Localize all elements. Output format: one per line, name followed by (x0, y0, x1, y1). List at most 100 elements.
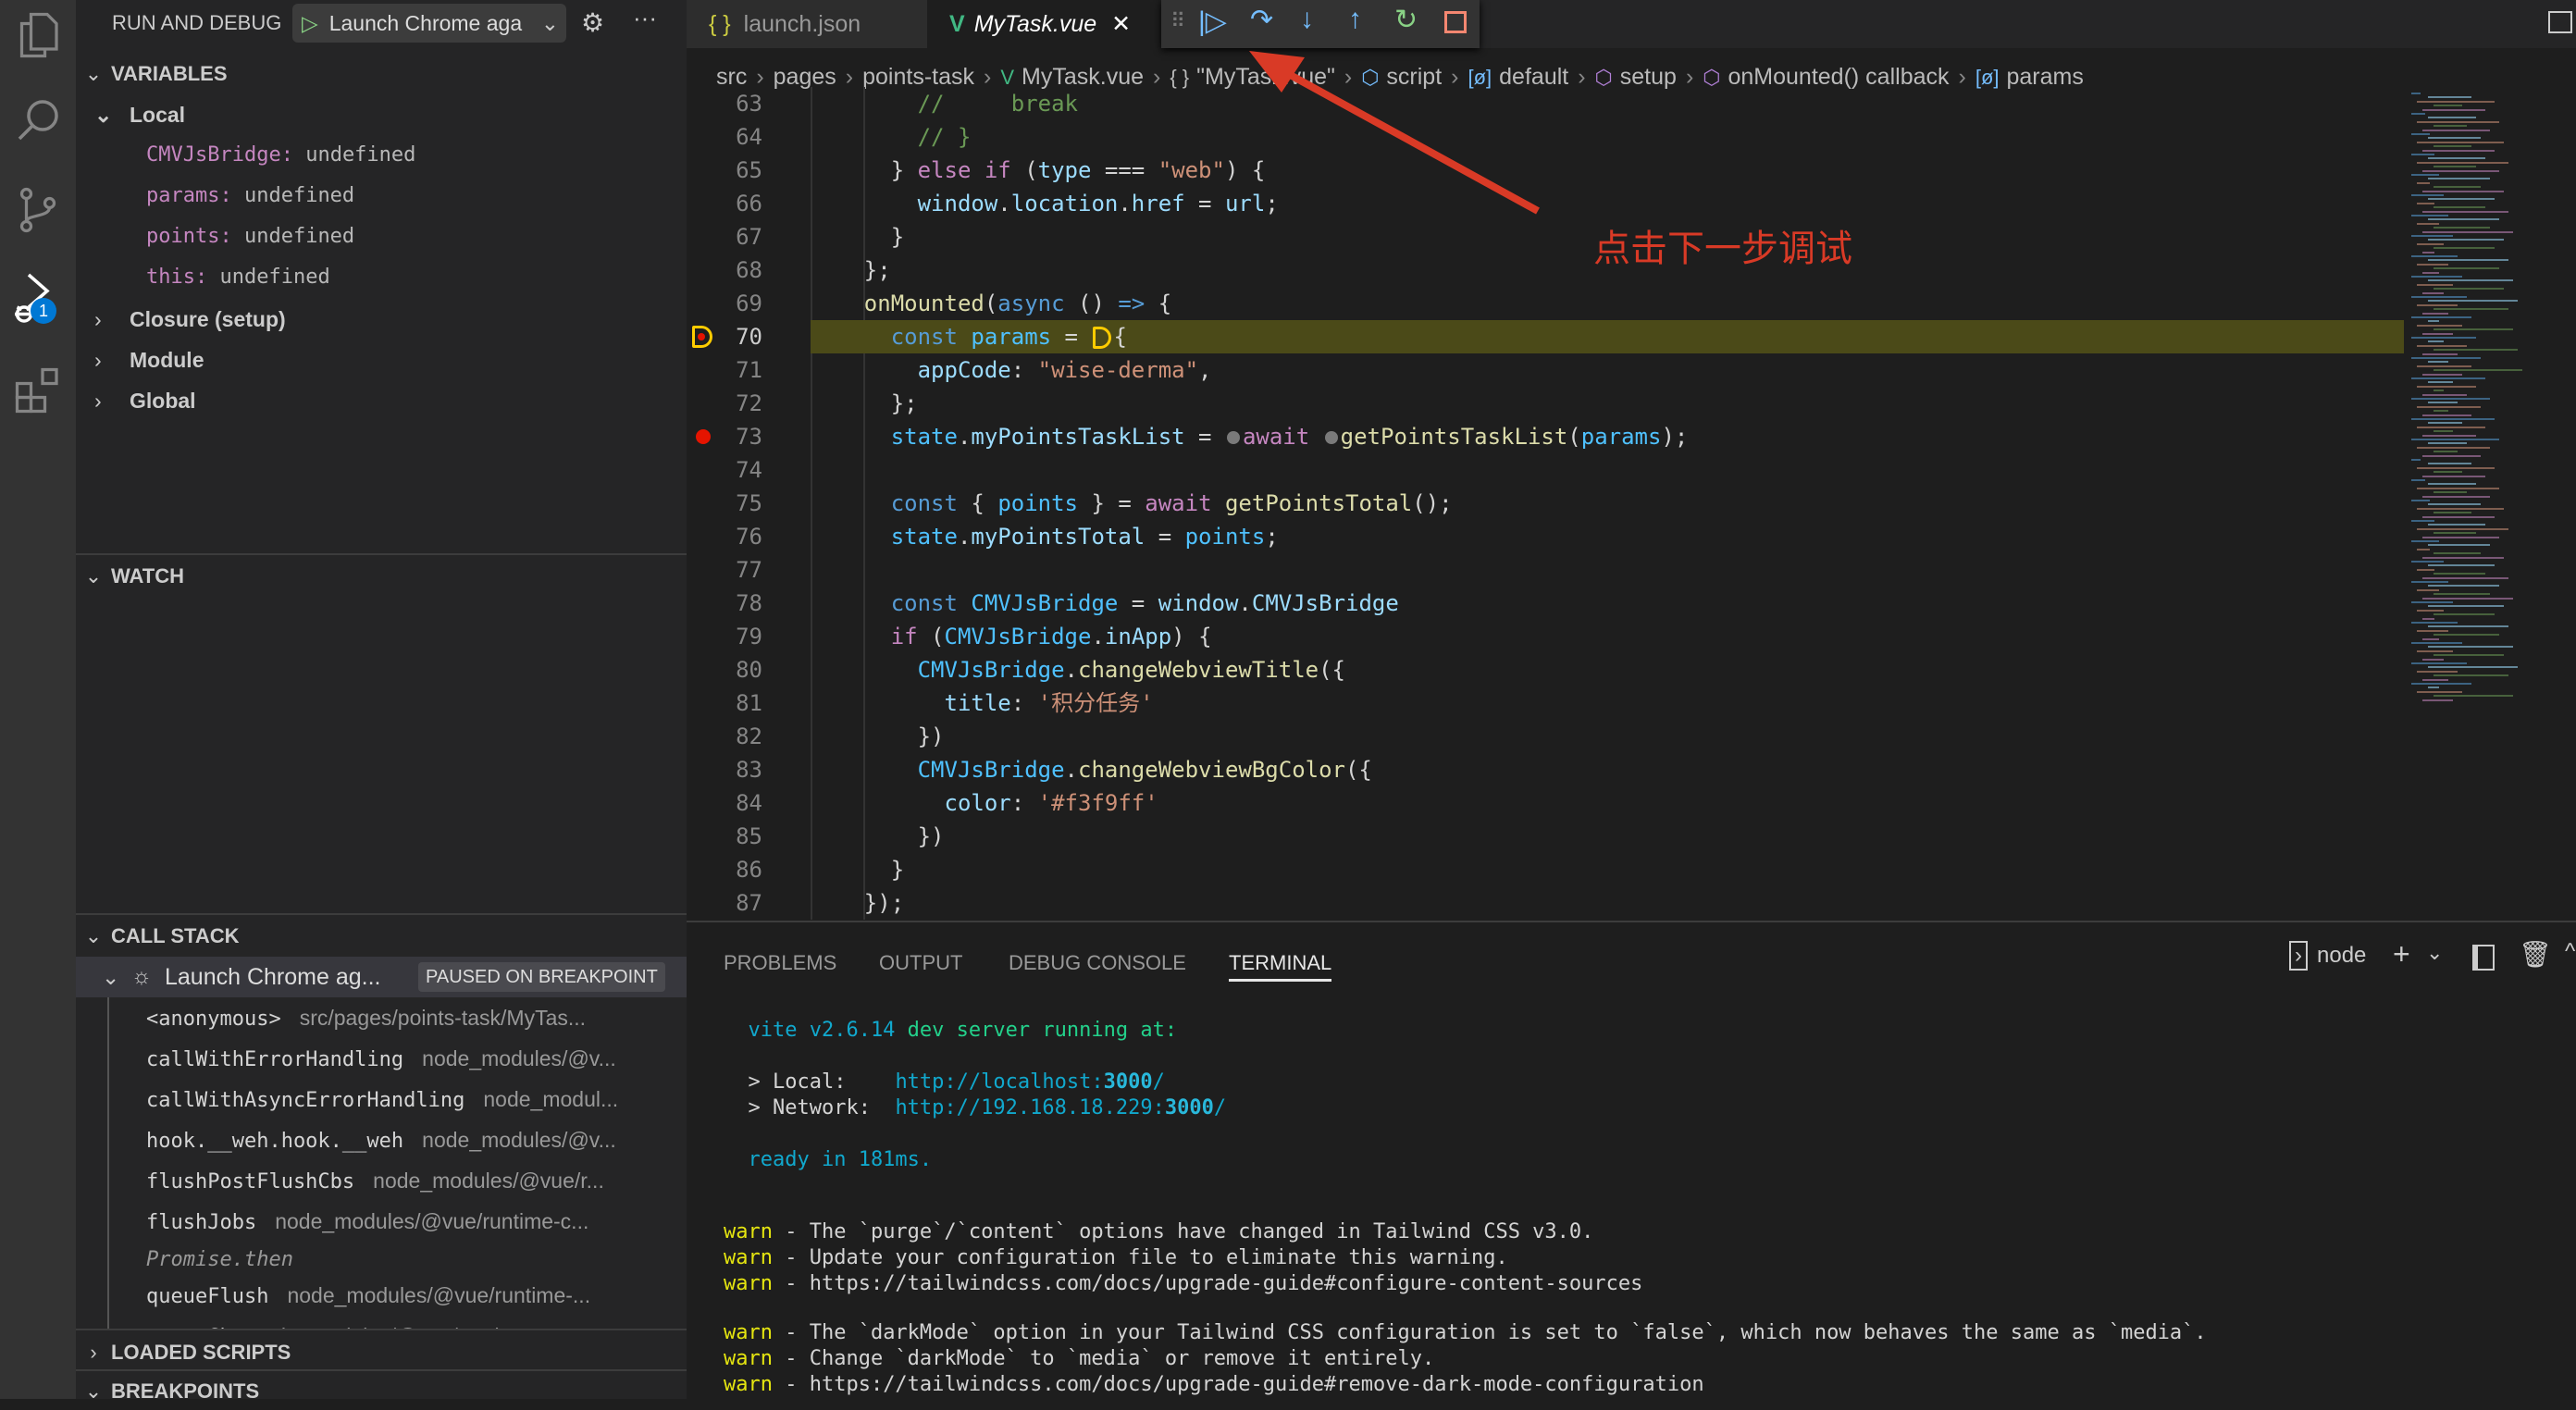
breadcrumb-item[interactable]: default (1499, 64, 1568, 90)
extensions-icon[interactable] (10, 363, 66, 418)
search-icon[interactable] (10, 93, 66, 148)
tab-launch-json[interactable]: { } launch.json (687, 0, 927, 48)
scope-item[interactable]: › Global (94, 380, 196, 421)
files-icon[interactable] (10, 7, 66, 63)
code-line[interactable]: 63 // break (687, 87, 2404, 120)
minimap-line (2434, 227, 2490, 229)
code-line[interactable]: 67 } (687, 220, 2404, 254)
stack-frame[interactable]: <anonymous> src/pages/points-task/MyTas..… (146, 997, 586, 1038)
code-line[interactable]: 84 color: '#f3f9ff' (687, 786, 2404, 820)
minimap-line (2411, 316, 2471, 318)
code-line[interactable]: 74 (687, 453, 2404, 487)
code-token: . (957, 524, 972, 550)
code-line[interactable]: 77 (687, 553, 2404, 587)
minimap-line (2428, 503, 2481, 506)
call-stack-section-header[interactable]: ⌄ CALL STACK (76, 918, 687, 955)
breadcrumb-item[interactable]: points-task (862, 64, 974, 90)
code-line[interactable]: 72 }; (687, 387, 2404, 420)
stack-frame[interactable]: flushPostFlushCbs node_modules/@vue/r... (146, 1160, 604, 1201)
breadcrumb-item[interactable]: onMounted() callback (1728, 64, 1949, 90)
step-over-icon[interactable]: ↷ (1250, 4, 1273, 36)
variable-value: undefined (243, 225, 355, 248)
variables-section-header[interactable]: ⌄ VARIABLES (76, 56, 687, 93)
minimap-line (2434, 247, 2495, 250)
breadcrumb-item[interactable]: pages (774, 64, 836, 90)
step-into-icon[interactable]: ↓ (1300, 4, 1314, 35)
code-line[interactable]: 76 state.myPointsTotal = points; (687, 520, 2404, 553)
variable-item[interactable]: this: undefined (146, 257, 330, 298)
code-line[interactable]: 75 const { points } = await getPointsTot… (687, 487, 2404, 520)
code-line[interactable]: 78 const CMVJsBridge = window.CMVJsBridg… (687, 587, 2404, 620)
code-line[interactable]: 66 window.location.href = url; (687, 187, 2404, 220)
breakpoint-icon[interactable] (696, 429, 711, 444)
inline-breakpoint-dot-icon[interactable] (1324, 431, 1338, 444)
code-line[interactable]: 70 const params = { (736, 320, 2404, 353)
code-line[interactable]: 83 CMVJsBridge.changeWebviewBgColor({ (687, 753, 2404, 786)
code-line[interactable]: 80 CMVJsBridge.changeWebviewTitle({ (687, 653, 2404, 686)
code-token: url (1224, 191, 1266, 216)
breadcrumb-item[interactable]: script (1386, 64, 1442, 90)
code-line[interactable]: 86 } (687, 853, 2404, 886)
tab-mytask-vue[interactable]: V MyTask.vue ✕ (927, 0, 1168, 48)
stack-frame[interactable]: callWithAsyncErrorHandling node_modul... (146, 1079, 618, 1119)
code-line[interactable]: 81 title: '积分任务' (687, 686, 2404, 720)
breadcrumb-item[interactable]: params (2007, 64, 2084, 90)
breadcrumb-item[interactable]: setup (1620, 64, 1677, 90)
debug-session[interactable]: ⌄ ☼ Launch Chrome ag... PAUSED ON BREAKP… (76, 957, 687, 997)
inline-breakpoint-dot-icon[interactable] (1226, 431, 1240, 444)
terminal[interactable]: vite v2.6.14 dev server running at: > Lo… (687, 922, 2576, 1401)
code-editor[interactable]: 63 // break 64 // } 65 } else if (type ===… (687, 87, 2576, 920)
scope-item[interactable]: › Module (94, 340, 204, 380)
more-actions-icon[interactable]: ··· (633, 4, 657, 32)
chevron-down-icon: ⌄ (84, 564, 103, 588)
start-debugging-icon[interactable]: ▷ (302, 11, 318, 35)
code-line[interactable]: 69 onMounted(async () => { (687, 287, 2404, 320)
code-line[interactable]: 64 // } (687, 120, 2404, 154)
gear-icon[interactable]: ⚙ (581, 7, 604, 38)
variable-item[interactable]: points: undefined (146, 216, 354, 257)
terminal-line: > Local: http://localhost:3000/ (724, 1070, 1164, 1095)
watch-section-header[interactable]: ⌄ WATCH (76, 558, 687, 595)
code-line[interactable]: 68 }; (687, 254, 2404, 287)
stack-frame[interactable]: queueCbnode_modules/@vue/runtime-cor... (146, 1316, 582, 1329)
code-token: "web" (1158, 157, 1225, 183)
scope-item[interactable]: › Closure (setup) (94, 299, 286, 340)
code-token: . (957, 424, 972, 450)
code-line[interactable]: 79 if (CMVJsBridge.inApp) { (687, 620, 2404, 653)
code-line[interactable]: 71 appCode: "wise-derma", (687, 353, 2404, 387)
minimap[interactable] (2404, 93, 2576, 703)
source-control-icon[interactable] (10, 182, 66, 238)
stack-frame[interactable]: callWithErrorHandling node_modules/@v... (146, 1038, 616, 1079)
breakpoints-section-header[interactable]: ⌄ BREAKPOINTS (76, 1373, 687, 1410)
layout-icon[interactable] (2548, 11, 2572, 33)
breadcrumb-item[interactable]: "MyTask.vue" (1196, 64, 1335, 90)
stop-icon[interactable] (1444, 11, 1467, 33)
breadcrumb-item[interactable]: src (716, 64, 747, 90)
stack-frame[interactable]: flushJobs node_modules/@vue/runtime-c... (146, 1201, 588, 1242)
code-line[interactable]: 73 state.myPointsTaskList = await getPoi… (687, 420, 2404, 453)
code-token: = (1118, 590, 1158, 616)
restart-icon[interactable]: ↻ (1394, 4, 1418, 36)
code-line[interactable]: 87 }); (687, 886, 2404, 920)
code-token: (); (1412, 490, 1453, 516)
close-icon[interactable]: ✕ (1111, 11, 1131, 37)
launch-config-select[interactable]: ▷ Launch Chrome aga ⌄ (292, 4, 566, 43)
run-debug-icon[interactable]: 1 (10, 270, 66, 326)
continue-icon[interactable]: |▷ (1198, 6, 1227, 38)
minimap-line (2428, 646, 2513, 649)
code-line[interactable]: 65 } else if (type === "web") { (687, 154, 2404, 187)
variable-item[interactable]: CMVJsBridge: undefined (146, 135, 415, 176)
step-out-icon[interactable]: ↑ (1348, 4, 1362, 35)
variable-item[interactable]: params: undefined (146, 176, 354, 216)
drag-handle-icon[interactable]: ⠿ (1170, 9, 1185, 33)
code-line[interactable]: 82 }) (687, 720, 2404, 753)
stack-frame[interactable]: queueFlush node_modules/@vue/runtime-... (146, 1275, 590, 1316)
stack-frame[interactable]: hook.__weh.hook.__weh node_modules/@v... (146, 1119, 616, 1160)
code-line[interactable]: 85 }) (687, 820, 2404, 853)
minimap-line (2411, 439, 2499, 440)
loaded-scripts-section-header[interactable]: › LOADED SCRIPTS (76, 1334, 687, 1371)
breadcrumb-item[interactable]: MyTask.vue (1022, 64, 1144, 90)
scope-local[interactable]: ⌄ Local (94, 94, 185, 135)
